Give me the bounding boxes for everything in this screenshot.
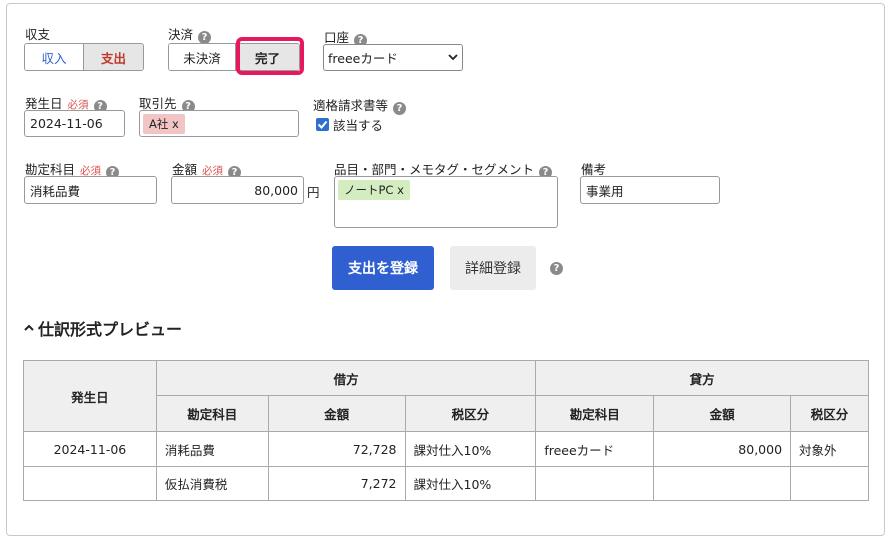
- account-item-value: 消耗品費: [30, 183, 81, 199]
- settlement-label-wrap: 決済?: [168, 24, 212, 44]
- cell-debit-tax: 課対仕入10%: [404, 466, 537, 501]
- cell-credit-account: [535, 466, 655, 501]
- cell-date: [23, 466, 157, 501]
- cell-debit-account: 仮払消費税: [155, 466, 269, 501]
- invoice-label-wrap: 適格請求書等?: [313, 95, 407, 115]
- account-label: 口座: [324, 30, 350, 45]
- type-toggle: 収入 支出: [24, 43, 144, 71]
- cell-credit-tax: [790, 466, 869, 501]
- check-icon: [317, 120, 328, 129]
- income-option[interactable]: 収入: [25, 44, 85, 70]
- cell-credit-amount: 80,000: [653, 431, 792, 467]
- invoice-checkbox[interactable]: [316, 118, 329, 131]
- account-item-input[interactable]: 消耗品費: [24, 176, 157, 204]
- amount-value: 80,000: [254, 182, 298, 198]
- header-date: 発生日: [23, 360, 157, 432]
- cell-debit-amount: 72,728: [267, 431, 406, 467]
- header-credit-account: 勘定科目: [535, 395, 655, 432]
- table-row: 仮払消費税 7,272 課対仕入10%: [23, 466, 869, 501]
- note-value: 事業用: [586, 183, 624, 199]
- preview-table: 発生日 借方 貸方 勘定科目 金額 税区分 勘定科目 金額 税区分 2024-1…: [23, 360, 869, 501]
- amount-label: 金額: [172, 162, 198, 177]
- cell-credit-amount: [653, 466, 792, 501]
- partner-label: 取引先: [139, 96, 177, 111]
- partner-tag-text: A社: [149, 116, 169, 131]
- header-credit-tax: 税区分: [790, 395, 869, 432]
- cell-credit-account: freeeカード: [535, 431, 655, 467]
- tags-label: 品目・部門・メモタグ・セグメント: [334, 162, 535, 177]
- cell-debit-tax: 課対仕入10%: [404, 431, 537, 467]
- tags-input[interactable]: ノートPC x: [334, 176, 558, 228]
- chevron-up-icon: [24, 324, 34, 331]
- amount-unit: 円: [307, 185, 320, 200]
- type-label: 収支: [25, 27, 51, 42]
- cell-debit-account: 消耗品費: [155, 431, 269, 467]
- help-icon[interactable]: ?: [393, 102, 407, 115]
- help-icon[interactable]: ?: [550, 262, 563, 275]
- highlight-box: [236, 37, 304, 75]
- header-debit: 借方: [155, 360, 537, 396]
- cell-debit-amount: 7,272: [267, 466, 406, 501]
- header-debit-amount: 金額: [267, 395, 406, 432]
- preview-heading[interactable]: 仕訳形式プレビュー: [23, 316, 182, 340]
- expense-option[interactable]: 支出: [84, 44, 143, 70]
- note-input[interactable]: 事業用: [580, 176, 720, 204]
- unsettled-option[interactable]: 未決済: [169, 44, 236, 70]
- preview-title: 仕訳形式プレビュー: [38, 320, 183, 339]
- tag-remove-icon[interactable]: x: [172, 117, 179, 131]
- settlement-label: 決済: [168, 27, 194, 42]
- invoice-checkbox-row: 該当する: [316, 115, 383, 134]
- chevron-down-icon: [448, 54, 458, 61]
- partner-input[interactable]: A社 x: [139, 110, 299, 137]
- item-tag: ノートPC x: [338, 180, 410, 200]
- account-select[interactable]: freeeカード: [323, 44, 463, 71]
- table-row: 2024-11-06 消耗品費 72,728 課対仕入10% freeeカード …: [23, 431, 869, 467]
- header-credit-amount: 金額: [653, 395, 792, 432]
- item-tag-text: ノートPC: [344, 183, 394, 197]
- account-item-label: 勘定科目: [25, 162, 76, 177]
- register-expense-button[interactable]: 支出を登録: [332, 246, 434, 290]
- invoice-label: 適格請求書等: [313, 98, 389, 113]
- header-credit: 貸方: [535, 360, 869, 396]
- invoice-checkbox-label: 該当する: [333, 118, 384, 133]
- cell-credit-tax: 対象外: [790, 431, 869, 467]
- account-select-value: freeeカード: [328, 51, 398, 66]
- date-input[interactable]: 2024-11-06: [24, 110, 125, 137]
- detail-register-button[interactable]: 詳細登録: [450, 246, 536, 290]
- amount-input[interactable]: 80,000: [171, 176, 304, 204]
- tag-remove-icon[interactable]: x: [397, 183, 404, 197]
- header-debit-account: 勘定科目: [155, 395, 269, 432]
- partner-tag: A社 x: [143, 113, 185, 134]
- date-value: 2024-11-06: [30, 116, 103, 131]
- header-debit-tax: 税区分: [404, 395, 537, 432]
- date-label: 発生日: [25, 96, 63, 111]
- cell-date: 2024-11-06: [23, 431, 157, 467]
